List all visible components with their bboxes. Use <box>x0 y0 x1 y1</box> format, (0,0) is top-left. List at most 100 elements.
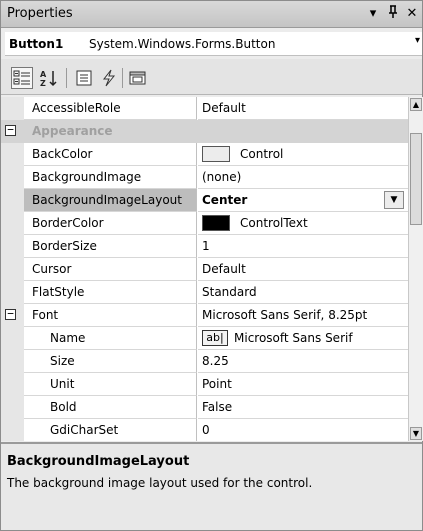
properties-window: Properties ▾ ✕ Button1 System.Windows.Fo… <box>0 0 423 531</box>
property-value[interactable]: 0 <box>198 419 408 441</box>
property-value-text: Standard <box>202 285 257 299</box>
property-value-text: Default <box>202 101 246 115</box>
property-value-text: Center <box>202 193 248 207</box>
property-name: BackColor <box>24 143 197 166</box>
property-value-text: ControlText <box>240 216 308 230</box>
property-value-text: 0 <box>202 423 210 437</box>
description-panel: BackgroundImageLayout The background ima… <box>1 442 422 530</box>
properties-toolbar: AZ <box>1 59 422 95</box>
alphabetical-icon[interactable]: AZ <box>38 67 60 89</box>
property-value-text: Microsoft Sans Serif, 8.25pt <box>202 308 368 322</box>
property-row[interactable]: BorderSize 1 <box>1 235 408 258</box>
events-icon[interactable] <box>98 67 120 89</box>
scroll-up-icon[interactable]: ▲ <box>410 98 422 111</box>
property-value[interactable]: Default <box>198 258 408 281</box>
property-grid: AccessibleRole Default − Appearance BackColo… <box>1 97 408 441</box>
property-value-text: Point <box>202 377 232 391</box>
row-gutter <box>1 143 24 166</box>
property-value-text: 1 <box>202 239 210 253</box>
row-gutter <box>1 281 24 304</box>
property-value-text: Microsoft Sans Serif <box>234 331 353 345</box>
property-row[interactable]: − Font Microsoft Sans Serif, 8.25pt <box>1 304 408 327</box>
row-gutter <box>1 258 24 281</box>
property-value-text: 8.25 <box>202 354 229 368</box>
scroll-thumb[interactable] <box>410 133 422 225</box>
property-row[interactable]: Bold False <box>1 396 408 419</box>
property-row[interactable]: Cursor Default <box>1 258 408 281</box>
chevron-down-icon[interactable]: ▾ <box>415 35 420 46</box>
property-value-text: False <box>202 400 233 414</box>
scroll-down-icon[interactable]: ▼ <box>410 427 422 440</box>
property-value[interactable]: (none) <box>198 166 408 189</box>
dropdown-button[interactable]: ▼ <box>384 191 404 209</box>
property-row[interactable]: BackColor Control <box>1 143 408 166</box>
window-title: Properties <box>7 6 73 21</box>
property-value-text: Control <box>240 147 284 161</box>
collapse-icon[interactable]: − <box>5 308 16 320</box>
property-row[interactable]: BackgroundImageLayout Center ▼ <box>1 189 408 212</box>
row-gutter <box>1 166 24 189</box>
property-row[interactable]: BorderColor ControlText <box>1 212 408 235</box>
property-row[interactable]: FlatStyle Standard <box>1 281 408 304</box>
row-gutter <box>1 419 24 441</box>
property-name: GdiCharSet <box>24 419 197 441</box>
object-selector[interactable]: Button1 System.Windows.Forms.Button ▾ <box>5 32 422 56</box>
color-swatch <box>202 214 230 231</box>
svg-text:Z: Z <box>40 79 46 88</box>
property-value[interactable]: ControlText <box>198 212 408 235</box>
row-gutter <box>1 97 24 120</box>
property-row[interactable]: Name ab| Microsoft Sans Serif <box>1 327 408 350</box>
toolbar-separator <box>66 68 67 88</box>
description-title: BackgroundImageLayout <box>7 454 190 469</box>
property-value[interactable]: 8.25 <box>198 350 408 373</box>
property-row[interactable]: BackgroundImage (none) <box>1 166 408 189</box>
property-name: Name <box>24 327 197 350</box>
collapse-icon[interactable]: − <box>5 124 16 136</box>
vertical-scrollbar[interactable]: ▲ ▼ <box>408 97 423 441</box>
property-value-text: Default <box>202 262 246 276</box>
category-label: Appearance <box>24 120 408 143</box>
property-pages-icon[interactable] <box>127 67 149 89</box>
close-icon[interactable]: ✕ <box>404 5 420 23</box>
properties-icon[interactable] <box>73 67 95 89</box>
property-row[interactable]: Unit Point <box>1 373 408 396</box>
property-value[interactable]: Microsoft Sans Serif, 8.25pt <box>198 304 408 327</box>
row-gutter <box>1 373 24 396</box>
pin-icon[interactable] <box>385 5 401 23</box>
row-gutter <box>1 235 24 258</box>
property-name: BackgroundImage <box>24 166 197 189</box>
property-name: Font <box>24 304 197 327</box>
window-menu-dropdown-icon[interactable]: ▾ <box>365 5 381 23</box>
property-value[interactable]: ab| Microsoft Sans Serif <box>198 327 408 350</box>
description-text: The background image layout used for the… <box>7 476 313 490</box>
object-type: System.Windows.Forms.Button <box>89 37 276 51</box>
property-value[interactable]: Point <box>198 373 408 396</box>
row-gutter <box>1 212 24 235</box>
property-value[interactable]: Standard <box>198 281 408 304</box>
color-swatch <box>202 145 230 162</box>
svg-text:A: A <box>40 70 47 79</box>
category-row[interactable]: − Appearance <box>1 120 408 143</box>
property-row[interactable]: AccessibleRole Default <box>1 97 408 120</box>
property-value[interactable]: Control <box>198 143 408 166</box>
property-name: Unit <box>24 373 197 396</box>
row-gutter <box>1 350 24 373</box>
property-value[interactable]: Center ▼ <box>198 189 408 212</box>
toolbar-separator <box>122 68 123 88</box>
property-value[interactable]: Default <box>198 97 408 120</box>
property-row[interactable]: Size 8.25 <box>1 350 408 373</box>
property-value[interactable]: False <box>198 396 408 419</box>
property-name: BorderSize <box>24 235 197 258</box>
property-name: BackgroundImageLayout <box>24 189 197 212</box>
property-name: BorderColor <box>24 212 197 235</box>
property-name: FlatStyle <box>24 281 197 304</box>
property-value[interactable]: 1 <box>198 235 408 258</box>
row-gutter <box>1 396 24 419</box>
property-row[interactable]: GdiCharSet 0 <box>1 419 408 441</box>
object-name: Button1 <box>9 37 64 51</box>
row-gutter <box>1 327 24 350</box>
property-name: AccessibleRole <box>24 97 197 120</box>
property-name: Cursor <box>24 258 197 281</box>
row-gutter <box>1 189 24 212</box>
categorized-icon[interactable] <box>11 67 33 89</box>
